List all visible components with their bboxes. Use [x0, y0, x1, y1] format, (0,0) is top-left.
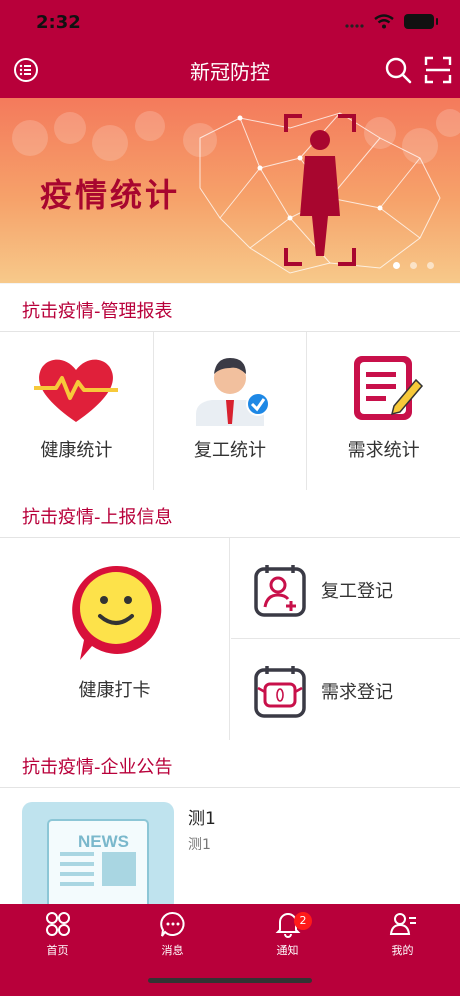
carousel-dot[interactable]: [427, 262, 434, 269]
wifi-icon: [374, 14, 394, 29]
tab-profile[interactable]: 我的: [345, 910, 460, 962]
demand-register-label: 需求登记: [321, 682, 393, 703]
smiley-bubble-icon: [72, 565, 162, 660]
section-title: 抗击疫情-上报信息: [22, 507, 173, 528]
status-time: 2:32: [36, 12, 81, 33]
report-grid: 健康打卡 复工登记 需求登记: [0, 538, 460, 740]
tab-messages[interactable]: 消息: [115, 910, 230, 962]
carousel-dots[interactable]: [393, 262, 434, 269]
section-header-report-info: 抗击疫情-上报信息: [0, 490, 460, 538]
scan-icon[interactable]: [424, 56, 452, 84]
nav-bar: 新冠防控: [0, 44, 460, 98]
demand-stats-button[interactable]: 需求统计: [307, 332, 460, 490]
profile-icon: [389, 913, 416, 935]
heart-pulse-icon: [34, 359, 119, 422]
message-icon: [159, 911, 185, 937]
home-indicator: [148, 978, 312, 983]
section-header-announcements: 抗击疫情-企业公告: [0, 740, 460, 788]
battery-icon: [404, 14, 438, 29]
news-subtitle: 测1: [188, 837, 211, 853]
notification-badge: 2: [294, 912, 312, 930]
banner-title: 疫情统计: [40, 176, 181, 214]
search-icon[interactable]: [384, 56, 412, 84]
signal-icon: [345, 23, 364, 28]
news-thumb-text: NEWS: [78, 832, 129, 851]
news-thumbnail: NEWS: [22, 802, 174, 904]
health-checkin-label: 健康打卡: [78, 680, 151, 701]
section-header-reports: 抗击疫情-管理报表: [0, 284, 460, 332]
tab-label: 消息: [161, 944, 184, 957]
health-checkin-button[interactable]: 健康打卡: [0, 538, 230, 740]
news-title: 测1: [188, 809, 216, 829]
work-resume-register-label: 复工登记: [321, 581, 393, 602]
status-bar: 2:32: [0, 0, 460, 44]
demand-register-button[interactable]: 需求登记: [231, 639, 460, 740]
section-title: 抗击疫情-企业公告: [22, 757, 173, 778]
notepad-pencil-icon: [353, 356, 423, 420]
worker-check-icon: [196, 358, 270, 426]
section-title: 抗击疫情-管理报表: [22, 301, 173, 322]
tab-label: 我的: [391, 944, 414, 957]
mask-calendar-icon: [254, 666, 306, 718]
health-stats-button[interactable]: 健康统计: [0, 332, 154, 490]
tab-home[interactable]: 首页: [0, 910, 115, 962]
tab-notifications[interactable]: 2 通知: [230, 910, 345, 962]
work-resume-stats-button[interactable]: 复工统计: [154, 332, 308, 490]
carousel-dot[interactable]: [393, 262, 400, 269]
newspaper-icon: [47, 819, 149, 904]
home-grid-icon: [45, 912, 70, 936]
work-resume-stats-label: 复工统计: [194, 440, 266, 461]
stats-grid: 健康统计 复工统计 需求统计: [0, 332, 460, 490]
work-resume-register-button[interactable]: 复工登记: [231, 538, 460, 639]
announcement-item[interactable]: NEWS 测1 测1: [0, 788, 460, 904]
tab-label: 通知: [276, 944, 299, 957]
tab-label: 首页: [46, 944, 69, 957]
report-right-column: 复工登记 需求登记: [231, 538, 460, 740]
health-stats-label: 健康统计: [40, 440, 113, 461]
status-icons: [344, 14, 438, 29]
demand-stats-label: 需求统计: [347, 440, 420, 461]
user-add-calendar-icon: [254, 565, 306, 617]
carousel-dot[interactable]: [410, 262, 417, 269]
banner-carousel[interactable]: 疫情统计: [0, 98, 460, 283]
